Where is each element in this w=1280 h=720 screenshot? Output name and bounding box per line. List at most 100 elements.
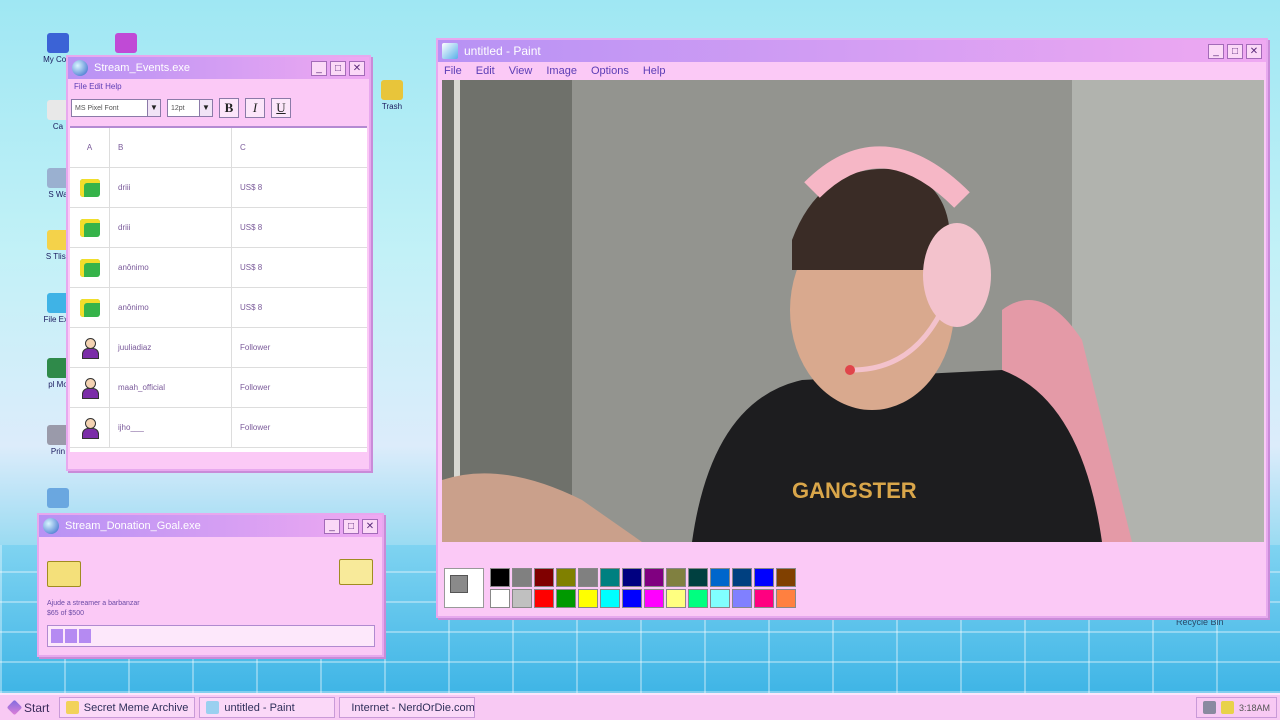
menu-edit[interactable]: Edit (476, 65, 495, 77)
palette-color-swatch[interactable] (534, 568, 554, 587)
palette-color-swatch[interactable] (490, 589, 510, 608)
paint-icon (206, 701, 220, 714)
palette-color-swatch[interactable] (534, 589, 554, 608)
palette-color-swatch[interactable] (688, 568, 708, 587)
event-value: US$ 8 (240, 223, 263, 232)
palette-color-swatch[interactable] (600, 568, 620, 587)
table-row[interactable]: juuliadiaz Follower (70, 328, 367, 368)
start-button[interactable]: Start (3, 697, 55, 718)
recycle-bin-label[interactable]: Recycle Bin (1176, 617, 1224, 627)
donation-progress-bar (47, 625, 375, 647)
desktop-icon-label: Ca (52, 122, 64, 131)
taskbar: Start Secret Meme Archive untitled - Pai… (0, 693, 1280, 720)
paint-icon (442, 43, 458, 59)
table-row[interactable]: anônimo US$ 8 (70, 248, 367, 288)
italic-button[interactable]: I (245, 98, 265, 118)
table-row[interactable]: maah_official Follower (70, 368, 367, 408)
palette-color-swatch[interactable] (578, 568, 598, 587)
taskbar-item-secret-meme-archive[interactable]: Secret Meme Archive (59, 697, 196, 718)
font-select[interactable]: MS Pixel Font ▼ (71, 99, 161, 117)
menu-file[interactable]: File (444, 65, 462, 77)
underline-button[interactable]: U (271, 98, 291, 118)
donation-goal-text: Ajude a streamer a barbanzar (47, 600, 140, 607)
desktop-icon-label: Prin (50, 447, 66, 456)
money-icon (79, 298, 100, 317)
event-value: Follower (240, 383, 271, 392)
user-icon (81, 377, 99, 399)
window-titlebar[interactable]: Stream_Donation_Goal.exe _ □ ✕ (39, 515, 382, 537)
desktop-icon-network[interactable] (106, 33, 146, 55)
table-row[interactable]: driii US$ 8 (70, 208, 367, 248)
palette-color-swatch[interactable] (622, 568, 642, 587)
palette-color-swatch[interactable] (644, 568, 664, 587)
window-titlebar[interactable]: Stream_Events.exe _ □ ✕ (68, 57, 369, 79)
minimize-button[interactable]: _ (1208, 43, 1224, 59)
palette-color-swatch[interactable] (666, 589, 686, 608)
palette-color-swatch[interactable] (776, 568, 796, 587)
maximize-button[interactable]: □ (330, 60, 346, 76)
table-row[interactable]: driii US$ 8 (70, 168, 367, 208)
webcam-scene: GANGSTER (442, 80, 1264, 542)
close-button[interactable]: ✕ (349, 60, 365, 76)
desktop-icon-label: Trash (381, 102, 403, 111)
user-icon (81, 337, 99, 359)
close-button[interactable]: ✕ (1246, 43, 1262, 59)
taskbar-item-paint[interactable]: untitled - Paint (199, 697, 336, 718)
clock[interactable]: 3:18AM (1239, 703, 1270, 713)
window-titlebar[interactable]: untitled - Paint _ □ ✕ (438, 40, 1266, 62)
palette-color-swatch[interactable] (578, 589, 598, 608)
palette-color-swatch[interactable] (622, 589, 642, 608)
menu-view[interactable]: View (509, 65, 533, 77)
palette-color-swatch[interactable] (732, 589, 752, 608)
menu-help[interactable]: Help (643, 65, 666, 77)
table-row[interactable]: ijho___ Follower (70, 408, 367, 448)
palette-color-swatch[interactable] (732, 568, 752, 587)
maximize-button[interactable]: □ (343, 518, 359, 534)
menu-options[interactable]: Options (591, 65, 629, 77)
palette-color-swatch[interactable] (512, 589, 532, 608)
taskbar-item-internet[interactable]: Internet - NerdOrDie.com (339, 697, 476, 718)
palette-color-swatch[interactable] (600, 589, 620, 608)
palette-color-swatch[interactable] (512, 568, 532, 587)
close-button[interactable]: ✕ (362, 518, 378, 534)
palette-color-swatch[interactable] (490, 568, 510, 587)
desktop-icon-trash[interactable]: Trash (372, 80, 412, 111)
minimize-button[interactable]: _ (324, 518, 340, 534)
palette-color-swatch[interactable] (644, 589, 664, 608)
network-icon[interactable] (1202, 701, 1216, 714)
size-select[interactable]: 12pt ▼ (167, 99, 213, 117)
current-colors-swatch[interactable] (444, 568, 484, 608)
palette-color-swatch[interactable] (556, 568, 576, 587)
palette-color-swatch[interactable] (556, 589, 576, 608)
menu-file-edit-help[interactable]: File Edit Help (74, 82, 122, 91)
paint-canvas-webcam[interactable]: GANGSTER (442, 80, 1264, 542)
desktop-icon-notepad[interactable] (38, 488, 78, 510)
palette-color-swatch[interactable] (710, 568, 730, 587)
desktop-icon-label: S Wa (48, 190, 68, 199)
start-logo-icon (6, 699, 23, 716)
events-table: A B C driii US$ 8 driii US$ 8 anônimo US… (70, 126, 367, 452)
chevron-down-icon: ▼ (147, 100, 160, 116)
bold-button[interactable]: B (219, 98, 239, 118)
palette-color-swatch[interactable] (710, 589, 730, 608)
table-row[interactable]: anônimo US$ 8 (70, 288, 367, 328)
maximize-button[interactable]: □ (1227, 43, 1243, 59)
menu-image[interactable]: Image (546, 65, 577, 77)
internet-icon (43, 518, 59, 534)
palette-color-swatch[interactable] (754, 568, 774, 587)
taskbar-item-label: Internet - NerdOrDie.com (351, 701, 475, 714)
palette-color-swatch[interactable] (776, 589, 796, 608)
event-value: US$ 8 (240, 183, 263, 192)
folder-icon (66, 701, 79, 714)
donation-progress-fill (51, 629, 93, 643)
chevron-down-icon: ▼ (199, 100, 212, 116)
volume-icon[interactable] (1220, 701, 1234, 714)
event-name: driii (110, 208, 232, 247)
palette-color-swatch[interactable] (666, 568, 686, 587)
donation-description: Ajude a streamer a barbanzar $65 of $500 (47, 599, 140, 619)
minimize-button[interactable]: _ (311, 60, 327, 76)
event-value: Follower (240, 423, 271, 432)
palette-color-swatch[interactable] (754, 589, 774, 608)
palette-color-swatch[interactable] (688, 589, 708, 608)
shirt-logo-text: GANGSTER (792, 478, 917, 503)
